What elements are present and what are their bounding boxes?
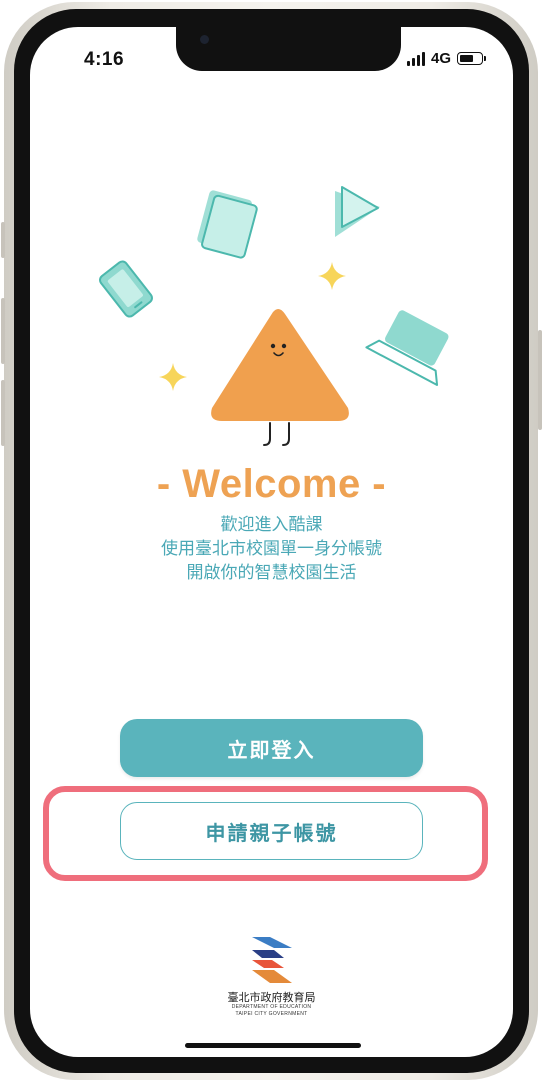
- apply-parent-account-button[interactable]: 申請親子帳號: [120, 802, 423, 860]
- sparkle-icon: [159, 363, 187, 391]
- side-button: [1, 380, 5, 446]
- side-button: [1, 298, 5, 364]
- welcome-line: 歡迎進入酷課: [220, 515, 323, 534]
- triangle-mascot: [211, 308, 349, 446]
- footer-org-name: 臺北市政府教育局: [227, 992, 316, 1004]
- app-screen: 4:16 4G - Welcome - 歡迎進入酷課 使用臺北市校園單一身分帳號…: [30, 27, 513, 1057]
- footer-org-en: TAIPEI CITY GOVERNMENT: [235, 1011, 308, 1017]
- tablet-icon: [197, 190, 258, 259]
- play-icon: [335, 186, 380, 237]
- welcome-line: 開啟你的智慧校園生活: [186, 563, 357, 582]
- phone-icon: [99, 260, 153, 318]
- footer-org-en: DEPARTMENT OF EDUCATION: [231, 1004, 312, 1010]
- welcome-message: 歡迎進入酷課 使用臺北市校園單一身分帳號 開啟你的智慧校園生活: [30, 513, 513, 585]
- side-button: [1, 222, 5, 258]
- home-indicator[interactable]: [185, 1043, 361, 1048]
- welcome-title: - Welcome -: [156, 462, 387, 506]
- laptop-icon: [365, 310, 449, 386]
- education-department-logo: [252, 937, 292, 983]
- side-button: [538, 330, 542, 430]
- welcome-line: 使用臺北市校園單一身分帳號: [161, 539, 382, 558]
- welcome-illustration: [99, 186, 449, 446]
- login-button[interactable]: 立即登入: [120, 719, 423, 777]
- sparkle-icon: [318, 262, 346, 290]
